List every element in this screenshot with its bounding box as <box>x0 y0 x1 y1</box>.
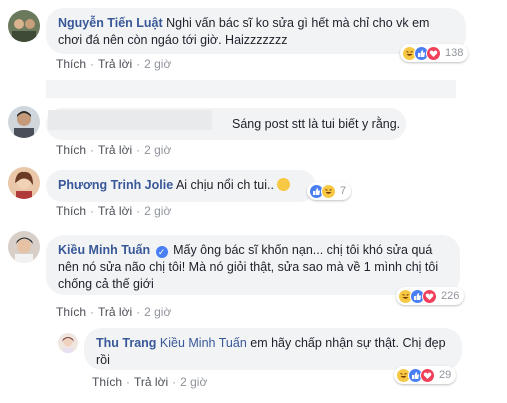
comment-bubble: Sáng post stt là tui biết y rằng. <box>46 108 406 140</box>
reply-actions: Thích · Trả lời · 2 giờ <box>92 375 208 389</box>
verified-icon: ✓ <box>155 246 168 258</box>
timestamp[interactable]: 2 giờ <box>144 143 171 157</box>
redacted-name <box>48 110 212 130</box>
reaction-summary[interactable]: 7 <box>307 182 352 200</box>
author-name[interactable]: Phương Trinh Jolie <box>58 178 173 192</box>
comment-text: Ai chịu nổi ch tui.. <box>175 178 274 192</box>
timestamp[interactable]: 2 giờ <box>144 204 171 218</box>
reaction-summary[interactable]: 138 <box>400 44 469 62</box>
author-name[interactable]: Thu Trang <box>96 336 156 350</box>
avatar[interactable] <box>8 106 40 138</box>
reaction-count: 7 <box>340 185 347 197</box>
avatar[interactable] <box>58 333 78 353</box>
like-link[interactable]: Thích <box>92 375 122 389</box>
author-name[interactable]: Nguyễn Tiến Luật <box>58 16 163 30</box>
avatar[interactable] <box>8 231 40 263</box>
haha-icon <box>321 183 336 199</box>
reply-bubble: Thu Trang Kiều Minh Tuấn em hãy chấp nhậ… <box>84 328 462 370</box>
comment-actions: Thích · Trả lời · 2 giờ <box>56 305 172 319</box>
timestamp[interactable]: 2 giờ <box>180 375 207 389</box>
reply-link[interactable]: Trả lời <box>98 57 132 71</box>
redacted-area <box>46 80 456 98</box>
author-name[interactable]: Kiều Minh Tuấn <box>58 243 150 257</box>
reaction-summary[interactable]: 29 <box>394 366 457 384</box>
timestamp[interactable]: 2 giờ <box>144 57 171 71</box>
comment-text: Sáng post stt là tui biết y rằng. <box>232 117 401 131</box>
comment-actions: Thích · Trả lời · 2 giờ <box>56 204 172 218</box>
love-icon <box>422 288 437 304</box>
timestamp[interactable]: 2 giờ <box>144 305 171 319</box>
like-link[interactable]: Thích <box>56 305 86 319</box>
like-link[interactable]: Thích <box>56 57 86 71</box>
like-link[interactable]: Thích <box>56 204 86 218</box>
love-icon <box>426 45 441 61</box>
reaction-count: 29 <box>439 369 452 381</box>
smirk-icon <box>277 178 291 191</box>
like-link[interactable]: Thích <box>56 143 86 157</box>
reply-link[interactable]: Trả lời <box>98 143 132 157</box>
mention-link[interactable]: Kiều Minh Tuấn <box>160 336 247 350</box>
comment-actions: Thích · Trả lời · 2 giờ <box>56 57 172 71</box>
reply-link[interactable]: Trả lời <box>98 305 132 319</box>
love-icon <box>420 367 435 383</box>
reaction-count: 138 <box>445 47 464 59</box>
comment-bubble: Kiều Minh Tuấn ✓ Mấy ông bác sĩ khốn nạn… <box>46 235 460 295</box>
reply-link[interactable]: Trả lời <box>98 204 132 218</box>
comment-actions: Thích · Trả lời · 2 giờ <box>56 143 172 157</box>
reaction-summary[interactable]: 226 <box>396 287 465 305</box>
comment-bubble: Phương Trinh Jolie Ai chịu nổi ch tui.. <box>46 170 316 202</box>
avatar[interactable] <box>8 10 40 42</box>
reaction-count: 226 <box>441 290 460 302</box>
avatar[interactable] <box>8 167 40 199</box>
reply-link[interactable]: Trả lời <box>134 375 168 389</box>
